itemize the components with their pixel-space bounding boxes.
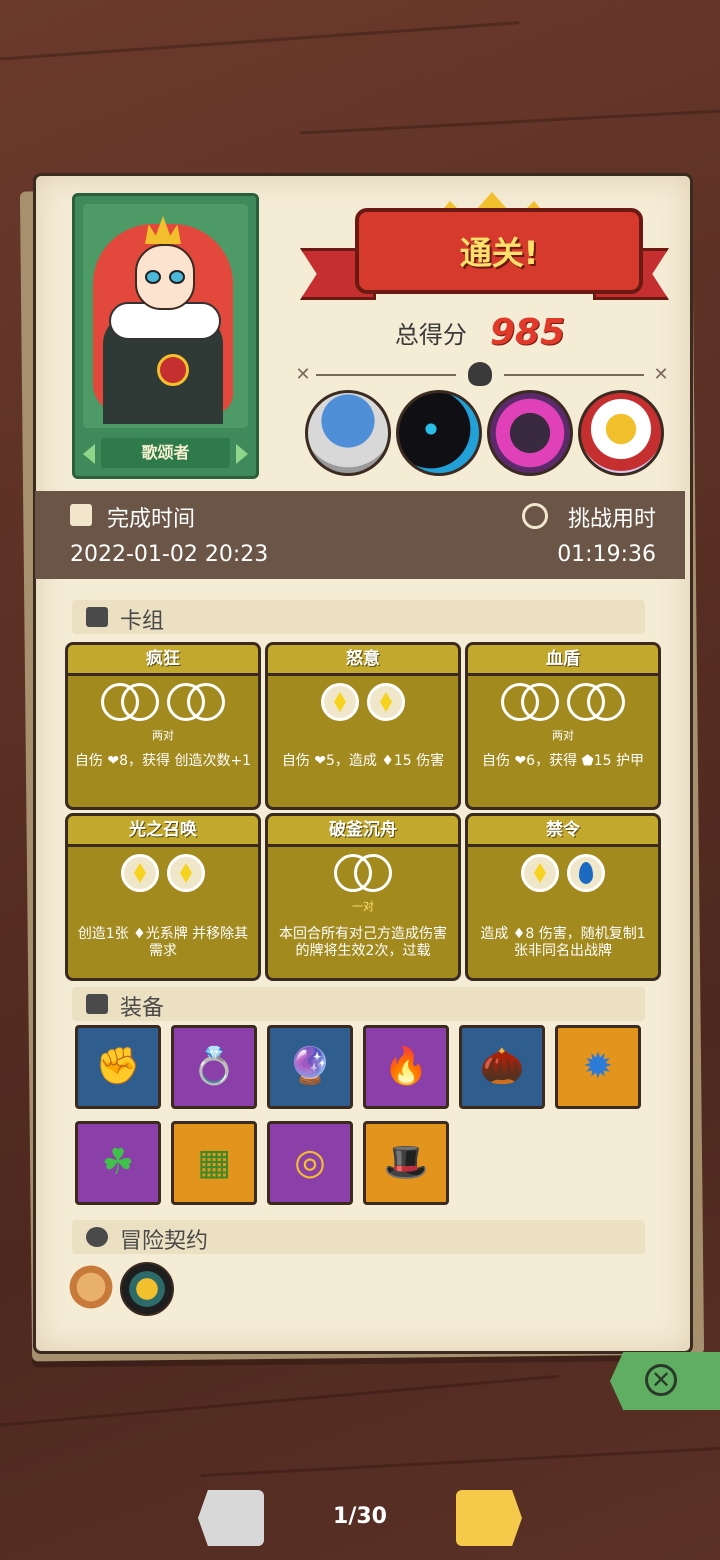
card-name: 怒意 <box>268 645 458 676</box>
equip-star-orb-icon[interactable]: 🔮 <box>267 1025 353 1109</box>
empty-pair-slot-icon <box>121 683 159 721</box>
wood-grain <box>200 1445 720 1478</box>
hero-portrait[interactable]: 歌颂者 <box>72 193 259 479</box>
person-icon <box>86 1227 108 1247</box>
prev-hero-arrow-icon[interactable] <box>83 444 95 464</box>
boss-mushroom-elder[interactable] <box>305 390 391 476</box>
next-page-button[interactable] <box>456 1490 522 1546</box>
card-description: 造成 ♦8 伤害，随机复制1张非同名出战牌 <box>480 926 646 959</box>
eye-icon <box>169 270 185 284</box>
boss-dark-titan[interactable] <box>487 390 573 476</box>
divider-line <box>316 374 456 376</box>
deck-card[interactable]: 疯狂 两对 自伤 ❤8，获得 创造次数+1 <box>65 642 261 810</box>
card-requirements <box>268 854 458 898</box>
equip-golden-shield-icon[interactable]: ◎ <box>267 1121 353 1205</box>
scroll-icon[interactable] <box>66 1262 116 1312</box>
light-diamond-icon <box>121 854 159 892</box>
equip-leaf-ring-icon[interactable]: 💍 <box>171 1025 257 1109</box>
card-name: 禁令 <box>468 816 658 847</box>
equip-gauntlet-icon[interactable]: ✊ <box>75 1025 161 1109</box>
card-requirements <box>68 854 258 898</box>
film-clock-icon <box>70 504 92 526</box>
deck-card[interactable]: 禁令 造成 ♦8 伤害，随机复制1张非同名出战牌 <box>465 813 661 981</box>
water-drop-icon <box>567 854 605 892</box>
card-requirements <box>268 683 458 727</box>
crossed-swords-icon: ✕ <box>295 364 311 385</box>
next-hero-arrow-icon[interactable] <box>236 444 248 464</box>
victory-banner: 通关! <box>355 208 643 294</box>
card-requirement-label: 一对 <box>352 900 374 913</box>
contracts-section-header: 冒险契约 <box>72 1220 645 1254</box>
eye-icon <box>145 270 161 284</box>
crown-icon <box>145 216 181 244</box>
prev-page-button[interactable] <box>198 1490 264 1546</box>
card-requirements <box>468 854 658 898</box>
card-description: 自伤 ❤6，获得 ⬟15 护甲 <box>482 753 644 769</box>
score-label: 总得分 <box>394 321 467 349</box>
card-requirement-label: 两对 <box>552 729 574 742</box>
close-icon: ✕ <box>645 1364 677 1396</box>
hero-name: 歌颂者 <box>101 438 230 468</box>
victory-title: 通关! <box>459 234 539 272</box>
empty-pair-slot-icon <box>354 854 392 892</box>
card-requirements <box>68 683 258 727</box>
crossed-swords-icon: ✕ <box>653 364 669 385</box>
finish-time-label: 完成时间 <box>107 507 196 532</box>
divider-line <box>504 374 644 376</box>
empty-pair-slot-icon <box>587 683 625 721</box>
card-requirement-label: 两对 <box>152 729 174 742</box>
card-name: 血盾 <box>468 645 658 676</box>
equip-four-leaf-clover-icon[interactable]: ☘ <box>75 1121 161 1205</box>
equip-spiked-orb-icon[interactable]: ✹ <box>555 1025 641 1109</box>
equip-purple-hat-icon[interactable]: 🎩 <box>363 1121 449 1205</box>
card-name: 破釜沉舟 <box>268 816 458 847</box>
close-button[interactable]: ✕ <box>610 1352 720 1410</box>
boss-flame-guardian[interactable] <box>578 390 664 476</box>
finish-time-value: 2022-01-02 20:23 <box>70 542 269 567</box>
card-description: 自伤 ❤5，造成 ♦15 伤害 <box>281 753 445 769</box>
page-indicator: 1/30 <box>333 1504 387 1529</box>
hero-art <box>83 204 248 428</box>
card-description: 创造1张 ♦光系牌 并移除其需求 <box>77 926 249 959</box>
challenge-time-label: 挑战用时 <box>567 507 656 532</box>
deck-card[interactable]: 光之召唤 创造1张 ♦光系牌 并移除其需求 <box>65 813 261 981</box>
equip-moss-tablet-icon[interactable]: ▦ <box>171 1121 257 1205</box>
light-diamond-icon <box>521 854 559 892</box>
wood-grain <box>0 1374 560 1429</box>
wood-grain <box>0 21 520 62</box>
skull-icon <box>468 362 492 386</box>
light-diamond-icon <box>321 683 359 721</box>
score-row: 总得分 985 <box>300 312 660 353</box>
golden-cube-icon[interactable] <box>120 1262 174 1316</box>
hero-face <box>135 244 195 310</box>
challenge-time-value: 01:19:36 <box>557 542 656 567</box>
cards-icon <box>86 607 108 627</box>
card-description: 自伤 ❤8，获得 创造次数+1 <box>74 753 252 769</box>
empty-pair-slot-icon <box>521 683 559 721</box>
deck-card[interactable]: 怒意 自伤 ❤5，造成 ♦15 伤害 <box>265 642 461 810</box>
time-bar: 完成时间 挑战用时 2022-01-02 20:23 01:19:36 <box>35 491 685 579</box>
empty-pair-slot-icon <box>187 683 225 721</box>
card-description: 本回合所有对己方造成伤害的牌将生效2次，过载 <box>279 926 447 959</box>
deck-card[interactable]: 破釜沉舟 一对 本回合所有对己方造成伤害的牌将生效2次，过载 <box>265 813 461 981</box>
equipment-section-header: 装备 <box>72 987 645 1021</box>
light-diamond-icon <box>367 683 405 721</box>
hero-badge-icon <box>157 354 189 386</box>
card-name: 光之召唤 <box>68 816 258 847</box>
equip-seed-pouch-icon[interactable]: 🌰 <box>459 1025 545 1109</box>
stopwatch-icon <box>522 503 548 529</box>
card-requirements <box>468 683 658 727</box>
box-icon <box>86 994 108 1014</box>
contracts-title: 冒险契约 <box>120 1229 209 1254</box>
deck-title: 卡组 <box>120 609 165 634</box>
wood-grain <box>300 108 720 135</box>
boss-shadow-beast[interactable] <box>396 390 482 476</box>
light-diamond-icon <box>167 854 205 892</box>
deck-section-header: 卡组 <box>72 600 645 634</box>
equip-fire-potion-icon[interactable]: 🔥 <box>363 1025 449 1109</box>
equipment-title: 装备 <box>120 996 165 1021</box>
card-name: 疯狂 <box>68 645 258 676</box>
deck-card[interactable]: 血盾 两对 自伤 ❤6，获得 ⬟15 护甲 <box>465 642 661 810</box>
score-value: 985 <box>489 312 566 353</box>
